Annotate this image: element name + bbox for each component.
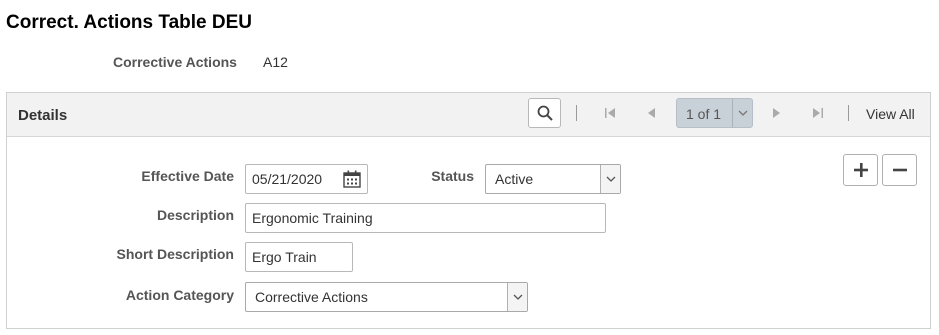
action-category-value: Corrective Actions	[255, 289, 368, 305]
view-all-link[interactable]: View All	[866, 106, 915, 122]
first-row-button[interactable]	[603, 103, 617, 123]
corrective-actions-value: A12	[263, 54, 288, 70]
effective-date-label: Effective Date	[141, 168, 234, 184]
chevron-down-icon	[738, 110, 747, 116]
pager-text: 1 of 1	[686, 106, 722, 122]
chevron-down-icon	[606, 176, 615, 182]
add-row-button[interactable]	[843, 154, 878, 186]
first-icon	[605, 108, 615, 118]
next-icon	[773, 108, 780, 118]
details-group-box: Details 1 of 1 View All Effective Date 0…	[6, 92, 931, 329]
last-row-button[interactable]	[811, 103, 825, 123]
plus-icon	[853, 163, 868, 177]
status-value: Active	[495, 171, 534, 187]
short-description-value: Ergo Train	[252, 249, 317, 265]
action-category-dropdown-button[interactable]	[507, 283, 527, 311]
minus-icon	[892, 168, 907, 172]
status-dropdown-button[interactable]	[600, 165, 620, 193]
toolbar-separator	[576, 105, 577, 121]
corrective-actions-label: Corrective Actions	[113, 54, 237, 70]
page-title: Correct. Actions Table DEU	[6, 12, 252, 33]
short-description-label: Short Description	[116, 246, 234, 262]
last-icon	[813, 108, 823, 118]
toolbar-separator	[848, 105, 849, 121]
search-icon	[537, 105, 553, 121]
description-field[interactable]: Ergonomic Training	[245, 203, 606, 233]
chevron-down-icon	[513, 294, 522, 300]
details-header: Details 1 of 1 View All	[7, 93, 930, 137]
action-category-select[interactable]: Corrective Actions	[245, 282, 528, 312]
description-value: Ergonomic Training	[252, 210, 373, 226]
status-label: Status	[431, 168, 474, 184]
status-select[interactable]: Active	[485, 164, 621, 194]
effective-date-value: 05/21/2020	[252, 171, 323, 187]
pager-dropdown-button[interactable]	[732, 99, 752, 127]
effective-date-field[interactable]: 05/21/2020	[245, 164, 368, 194]
search-button[interactable]	[528, 98, 561, 128]
action-category-label: Action Category	[125, 287, 234, 303]
row-pager[interactable]: 1 of 1	[676, 98, 753, 128]
calendar-icon[interactable]	[343, 170, 361, 188]
details-title: Details	[18, 107, 68, 124]
previous-icon	[648, 108, 655, 118]
previous-row-button[interactable]	[644, 103, 658, 123]
short-description-field[interactable]: Ergo Train	[245, 242, 353, 272]
next-row-button[interactable]	[770, 103, 784, 123]
description-label: Description	[156, 207, 234, 223]
delete-row-button[interactable]	[882, 154, 917, 186]
